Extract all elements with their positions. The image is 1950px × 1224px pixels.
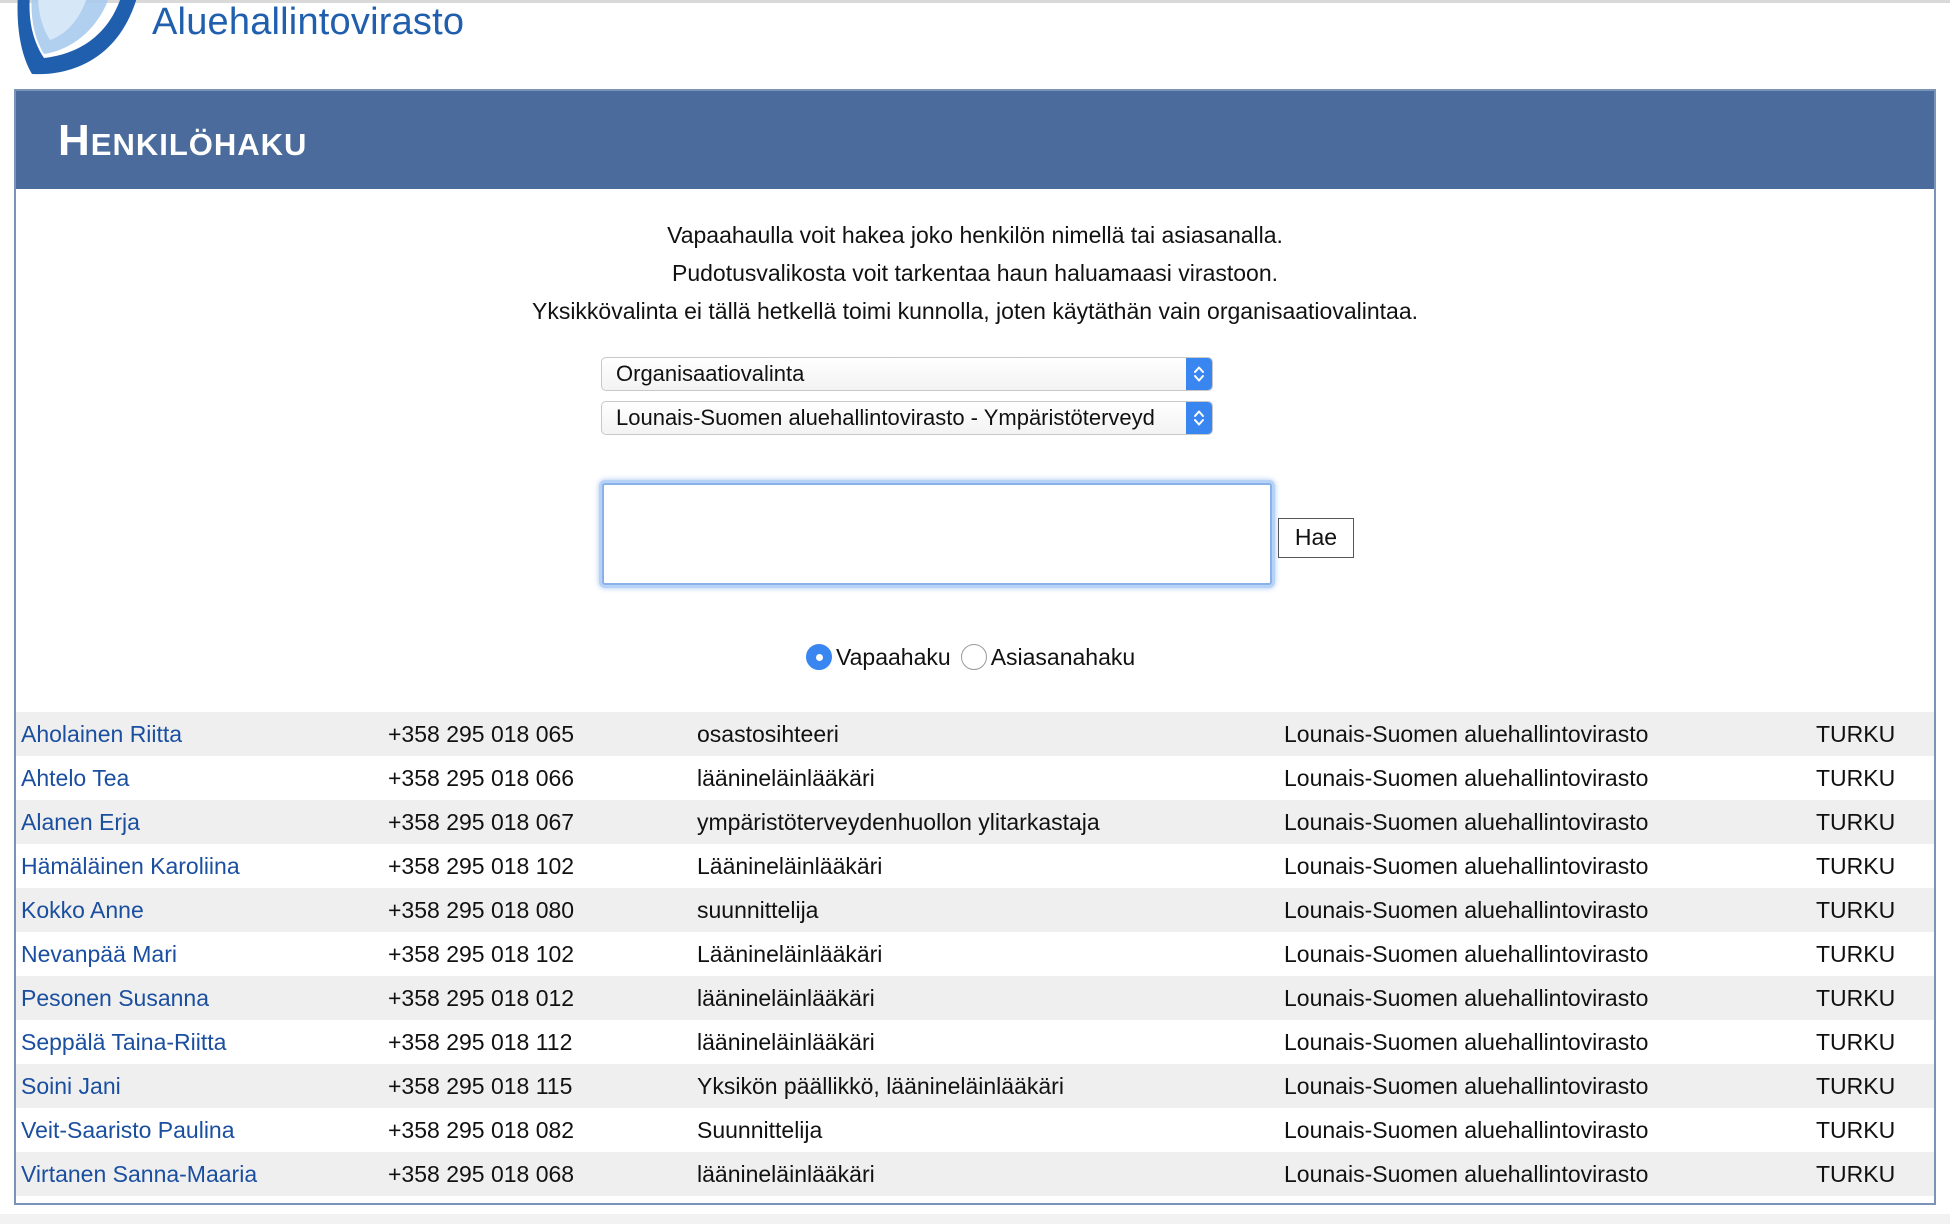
city-cell: TURKU: [1816, 941, 1896, 967]
job-title-cell: ympäristöterveydenhuollon ylitarkastaja: [697, 809, 1100, 835]
table-row: Seppälä Taina-Riitta +358 295 018 112 lä…: [16, 1020, 1934, 1064]
table-row: Kokko Anne +358 295 018 080 suunnittelij…: [16, 888, 1934, 932]
organization-select-value: Organisaatiovalinta: [616, 361, 805, 386]
table-row: Ahtelo Tea +358 295 018 066 läänineläinl…: [16, 756, 1934, 800]
organization-cell: Lounais-Suomen aluehallintovirasto: [1284, 897, 1649, 923]
phone-cell: +358 295 018 065: [388, 721, 575, 747]
phone-cell: +358 295 018 012: [388, 985, 575, 1011]
job-title-cell: Suunnittelija: [697, 1117, 823, 1143]
city-cell: TURKU: [1816, 1161, 1896, 1187]
organization-cell: Lounais-Suomen aluehallintovirasto: [1284, 809, 1649, 835]
phone-cell: +358 295 018 115: [388, 1073, 573, 1099]
person-name-link[interactable]: Hämäläinen Karoliina: [21, 844, 240, 888]
radio-free-search[interactable]: [806, 644, 832, 670]
select-updown-icon: [1186, 358, 1212, 390]
phone-cell: +358 295 018 102: [388, 941, 575, 967]
job-title-cell: läänineläinlääkäri: [697, 1161, 875, 1187]
city-cell: TURKU: [1816, 1117, 1896, 1143]
search-input[interactable]: [602, 483, 1272, 585]
person-search-panel: Henkilöhaku Vapaahaulla voit hakea joko …: [14, 89, 1936, 1205]
radio-keyword-search-label[interactable]: Asiasanahaku: [991, 644, 1136, 671]
radio-keyword-search[interactable]: [960, 644, 987, 670]
city-cell: TURKU: [1816, 809, 1896, 835]
instruction-line: Vapaahaulla voit hakea joko henkilön nim…: [667, 222, 1283, 248]
organization-cell: Lounais-Suomen aluehallintovirasto: [1284, 941, 1649, 967]
job-title-cell: Läänineläinlääkäri: [697, 853, 883, 879]
person-name-link[interactable]: Pesonen Susanna: [21, 976, 209, 1020]
table-row: Aholainen Riitta +358 295 018 065 osasto…: [16, 712, 1934, 756]
organization-cell: Lounais-Suomen aluehallintovirasto: [1284, 853, 1649, 879]
phone-cell: +358 295 018 102: [388, 853, 575, 879]
search-instructions: Vapaahaulla voit hakea joko henkilön nim…: [16, 216, 1934, 330]
phone-cell: +358 295 018 066: [388, 765, 575, 791]
select-updown-icon: [1186, 402, 1212, 434]
person-name-link[interactable]: Aholainen Riitta: [21, 712, 182, 756]
phone-cell: +358 295 018 068: [388, 1161, 575, 1187]
table-row: Soini Jani +358 295 018 115 Yksikön pääl…: [16, 1064, 1934, 1108]
avi-logo-icon[interactable]: [10, 0, 142, 82]
city-cell: TURKU: [1816, 1073, 1896, 1099]
organization-cell: Lounais-Suomen aluehallintovirasto: [1284, 721, 1649, 747]
person-name-link[interactable]: Nevanpää Mari: [21, 932, 177, 976]
city-cell: TURKU: [1816, 765, 1896, 791]
search-mode-group: Vapaahaku Asiasanahaku: [806, 641, 1145, 673]
job-title-cell: läänineläinlääkäri: [697, 1029, 875, 1055]
organization-select[interactable]: Organisaatiovalinta: [601, 357, 1213, 391]
city-cell: TURKU: [1816, 985, 1896, 1011]
page-title: Henkilöhaku: [58, 116, 308, 165]
unit-select-value: Lounais-Suomen aluehallintovirasto - Ymp…: [616, 405, 1155, 430]
site-logo-text[interactable]: Aluehallintovirasto: [152, 0, 464, 44]
job-title-cell: osastosihteeri: [697, 721, 839, 747]
city-cell: TURKU: [1816, 1029, 1896, 1055]
person-name-link[interactable]: Virtanen Sanna-Maaria: [21, 1152, 257, 1196]
organization-cell: Lounais-Suomen aluehallintovirasto: [1284, 1029, 1649, 1055]
person-name-link[interactable]: Seppälä Taina-Riitta: [21, 1020, 226, 1064]
person-name-link[interactable]: Soini Jani: [21, 1064, 121, 1108]
organization-cell: Lounais-Suomen aluehallintovirasto: [1284, 765, 1649, 791]
radio-free-search-label[interactable]: Vapaahaku: [836, 644, 951, 671]
search-button[interactable]: Hae: [1278, 518, 1354, 558]
job-title-cell: Yksikön päällikkö, läänineläinlääkäri: [697, 1073, 1064, 1099]
person-name-link[interactable]: Kokko Anne: [21, 888, 144, 932]
city-cell: TURKU: [1816, 721, 1896, 747]
person-name-link[interactable]: Ahtelo Tea: [21, 756, 129, 800]
table-row: Alanen Erja +358 295 018 067 ympäristöte…: [16, 800, 1934, 844]
organization-cell: Lounais-Suomen aluehallintovirasto: [1284, 1161, 1649, 1187]
person-name-link[interactable]: Veit-Saaristo Paulina: [21, 1108, 235, 1152]
table-row: Nevanpää Mari +358 295 018 102 Lääninelä…: [16, 932, 1934, 976]
organization-cell: Lounais-Suomen aluehallintovirasto: [1284, 1117, 1649, 1143]
organization-cell: Lounais-Suomen aluehallintovirasto: [1284, 985, 1649, 1011]
table-row: Virtanen Sanna-Maaria +358 295 018 068 l…: [16, 1152, 1934, 1196]
instruction-line: Pudotusvalikosta voit tarkentaa haun hal…: [671, 260, 1279, 286]
unit-select[interactable]: Lounais-Suomen aluehallintovirasto - Ymp…: [601, 401, 1213, 435]
table-row: Hämäläinen Karoliina +358 295 018 102 Lä…: [16, 844, 1934, 888]
job-title-cell: läänineläinlääkäri: [697, 985, 875, 1011]
job-title-cell: suunnittelija: [697, 897, 819, 923]
avi-logo-svg: [17, 0, 137, 75]
table-row: Pesonen Susanna +358 295 018 012 läänine…: [16, 976, 1934, 1020]
results-table: Aholainen Riitta +358 295 018 065 osasto…: [16, 712, 1934, 1196]
organization-cell: Lounais-Suomen aluehallintovirasto: [1284, 1073, 1649, 1099]
instruction-line: Yksikkövalinta ei tällä hetkellä toimi k…: [531, 298, 1419, 324]
phone-cell: +358 295 018 080: [388, 897, 575, 923]
person-name-link[interactable]: Alanen Erja: [21, 800, 140, 844]
panel-title-bar: Henkilöhaku: [16, 91, 1934, 189]
city-cell: TURKU: [1816, 853, 1896, 879]
phone-cell: +358 295 018 067: [388, 809, 575, 835]
job-title-cell: Läänineläinlääkäri: [697, 941, 883, 967]
table-row: Veit-Saaristo Paulina +358 295 018 082 S…: [16, 1108, 1934, 1152]
job-title-cell: läänineläinlääkäri: [697, 765, 875, 791]
site-header: Aluehallintovirasto: [0, 0, 1950, 88]
bottom-rule: [0, 1214, 1950, 1224]
phone-cell: +358 295 018 082: [388, 1117, 575, 1143]
city-cell: TURKU: [1816, 897, 1896, 923]
phone-cell: +358 295 018 112: [388, 1029, 573, 1055]
